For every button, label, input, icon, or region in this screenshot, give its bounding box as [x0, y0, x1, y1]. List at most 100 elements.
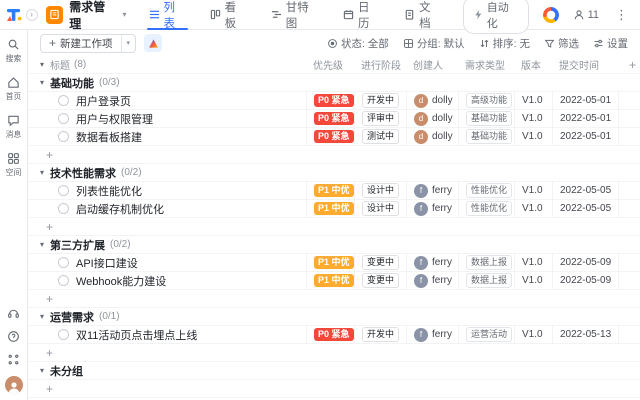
filter-icon: [544, 38, 555, 49]
row-extra-cell: [618, 92, 640, 109]
creator-avatar: f: [414, 256, 428, 270]
column-header-priority: 优先级: [306, 56, 354, 73]
add-task-row[interactable]: +: [28, 380, 640, 398]
assistant-icon[interactable]: [543, 7, 558, 23]
user-avatar[interactable]: [5, 376, 23, 394]
creator-cell: ddolly: [406, 110, 458, 127]
status-cell: 测试中: [354, 128, 406, 145]
date-cell: 2022-05-05: [552, 200, 618, 217]
tab-看板[interactable]: 看板: [208, 0, 249, 30]
new-work-item-button[interactable]: +新建工作项 ▾: [40, 34, 136, 53]
group-header-row[interactable]: ▾技术性能需求(0/2): [28, 164, 640, 182]
add-task-row[interactable]: +: [28, 218, 640, 236]
row-extra-cell: [618, 254, 640, 271]
task-checkbox[interactable]: [58, 275, 69, 286]
sidebar-item-搜索[interactable]: 搜索: [5, 38, 22, 64]
row-extra-cell: [618, 182, 640, 199]
add-task-button[interactable]: +: [28, 218, 640, 235]
toolbar-group[interactable]: 分组: 默认: [403, 36, 465, 51]
version-cell: V1.0: [514, 272, 552, 289]
table-row[interactable]: 用户登录页P0 紧急开发中ddolly高级功能V1.02022-05-01: [28, 92, 640, 110]
member-icon: [573, 9, 585, 21]
toolbar-filter[interactable]: 筛选: [544, 36, 579, 51]
creator-avatar: f: [414, 184, 428, 198]
sidebar-expand-button[interactable]: ›: [26, 9, 38, 21]
table-row[interactable]: API接口建设P1 中优变更中fferry数据上报V1.02022-05-09: [28, 254, 640, 272]
task-checkbox[interactable]: [58, 257, 69, 268]
help-icon[interactable]: [7, 330, 20, 343]
new-item-dropdown-caret-icon[interactable]: ▾: [121, 35, 136, 52]
group-collapse-caret-icon[interactable]: ▾: [40, 78, 44, 87]
toolbar-sort[interactable]: 排序: 无: [479, 36, 530, 51]
group-header-row[interactable]: ▾基础功能(0/3): [28, 74, 640, 92]
ai-helper-button[interactable]: [144, 34, 162, 52]
creator-avatar: f: [414, 328, 428, 342]
add-task-row[interactable]: +: [28, 146, 640, 164]
members-button[interactable]: 11: [573, 9, 599, 21]
task-checkbox[interactable]: [58, 131, 69, 142]
table-header-row: ▾ 标题 (8) 优先级 进行阶段 创建人 需求类型 版本 提交时间 +: [28, 56, 640, 74]
more-menu-icon[interactable]: ⋮: [613, 7, 630, 23]
sidebar-item-空间[interactable]: 空间: [5, 152, 22, 178]
group-title: 第三方扩展: [50, 237, 105, 253]
group-collapse-caret-icon[interactable]: ▾: [40, 168, 44, 177]
tab-文档[interactable]: 文档: [402, 0, 443, 30]
tab-甘特图[interactable]: 甘特图: [269, 0, 321, 30]
group-header-row[interactable]: ▾未分组: [28, 362, 640, 380]
product-logo-icon[interactable]: [4, 5, 24, 25]
project-title[interactable]: 需求管理: [69, 0, 116, 32]
creator-cell: ddolly: [406, 92, 458, 109]
type-badge: 数据上报: [466, 273, 512, 288]
table-row[interactable]: 双11活动页点击埋点上线P0 紧急开发中fferry运营活动V1.02022-0…: [28, 326, 640, 344]
priority-badge: P1 中优: [314, 274, 354, 287]
message-icon: [7, 114, 20, 127]
toolbar-settings[interactable]: 设置: [593, 36, 628, 51]
task-checkbox[interactable]: [58, 203, 69, 214]
group-collapse-caret-icon[interactable]: ▾: [40, 240, 44, 249]
toolbar-status[interactable]: 状态: 全部: [327, 36, 389, 51]
sidebar-item-消息[interactable]: 消息: [5, 114, 22, 140]
tab-列表[interactable]: 列表: [147, 0, 188, 30]
add-task-row[interactable]: +: [28, 344, 640, 362]
status-cell: 变更中: [354, 272, 406, 289]
collapse-all-caret-icon[interactable]: ▾: [40, 60, 44, 69]
date-cell: 2022-05-13: [552, 326, 618, 343]
task-checkbox[interactable]: [58, 329, 69, 340]
tab-日历[interactable]: 日历: [341, 0, 382, 30]
date-value: 2022-05-09: [560, 257, 611, 268]
add-task-button[interactable]: +: [28, 344, 640, 361]
task-title: 用户登录页: [76, 93, 131, 109]
type-badge: 基础功能: [466, 111, 512, 126]
add-task-button[interactable]: +: [28, 380, 640, 397]
table-row[interactable]: Webhook能力建设P1 中优变更中fferry数据上报V1.02022-05…: [28, 272, 640, 290]
task-checkbox[interactable]: [58, 185, 69, 196]
automation-button[interactable]: 自动化: [463, 0, 529, 34]
task-checkbox[interactable]: [58, 95, 69, 106]
group-header-row[interactable]: ▾运营需求(0/1): [28, 308, 640, 326]
add-task-button[interactable]: +: [28, 290, 640, 307]
table-row[interactable]: 数据看板搭建P0 紧急测试中ddolly基础功能V1.02022-05-01: [28, 128, 640, 146]
add-task-button[interactable]: +: [28, 146, 640, 163]
group-header-row[interactable]: ▾第三方扩展(0/2): [28, 236, 640, 254]
apps-icon[interactable]: [7, 353, 20, 366]
task-checkbox[interactable]: [58, 113, 69, 124]
project-switch-caret-icon[interactable]: ▾: [123, 10, 127, 19]
date-cell: 2022-05-01: [552, 110, 618, 127]
support-icon[interactable]: [7, 307, 20, 320]
group-header: ▾运营需求(0/1): [28, 308, 640, 325]
version-cell: V1.0: [514, 326, 552, 343]
status-badge: 设计中: [362, 201, 399, 216]
sidebar-item-label: 空间: [6, 166, 22, 177]
table-row[interactable]: 列表性能优化P1 中优设计中fferry性能优化V1.02022-05-05: [28, 182, 640, 200]
list-icon: [149, 9, 160, 20]
task-title: Webhook能力建设: [76, 273, 166, 289]
sidebar-item-首页[interactable]: 首页: [5, 76, 22, 102]
type-cell: 性能优化: [458, 200, 514, 217]
table-row[interactable]: 启动缓存机制优化P1 中优设计中fferry性能优化V1.02022-05-05: [28, 200, 640, 218]
task-title: 用户与权限管理: [76, 111, 153, 127]
add-task-row[interactable]: +: [28, 290, 640, 308]
table-row[interactable]: 用户与权限管理P0 紧急评审中ddolly基础功能V1.02022-05-01: [28, 110, 640, 128]
add-column-button[interactable]: +: [618, 56, 640, 73]
group-collapse-caret-icon[interactable]: ▾: [40, 366, 44, 375]
group-collapse-caret-icon[interactable]: ▾: [40, 312, 44, 321]
